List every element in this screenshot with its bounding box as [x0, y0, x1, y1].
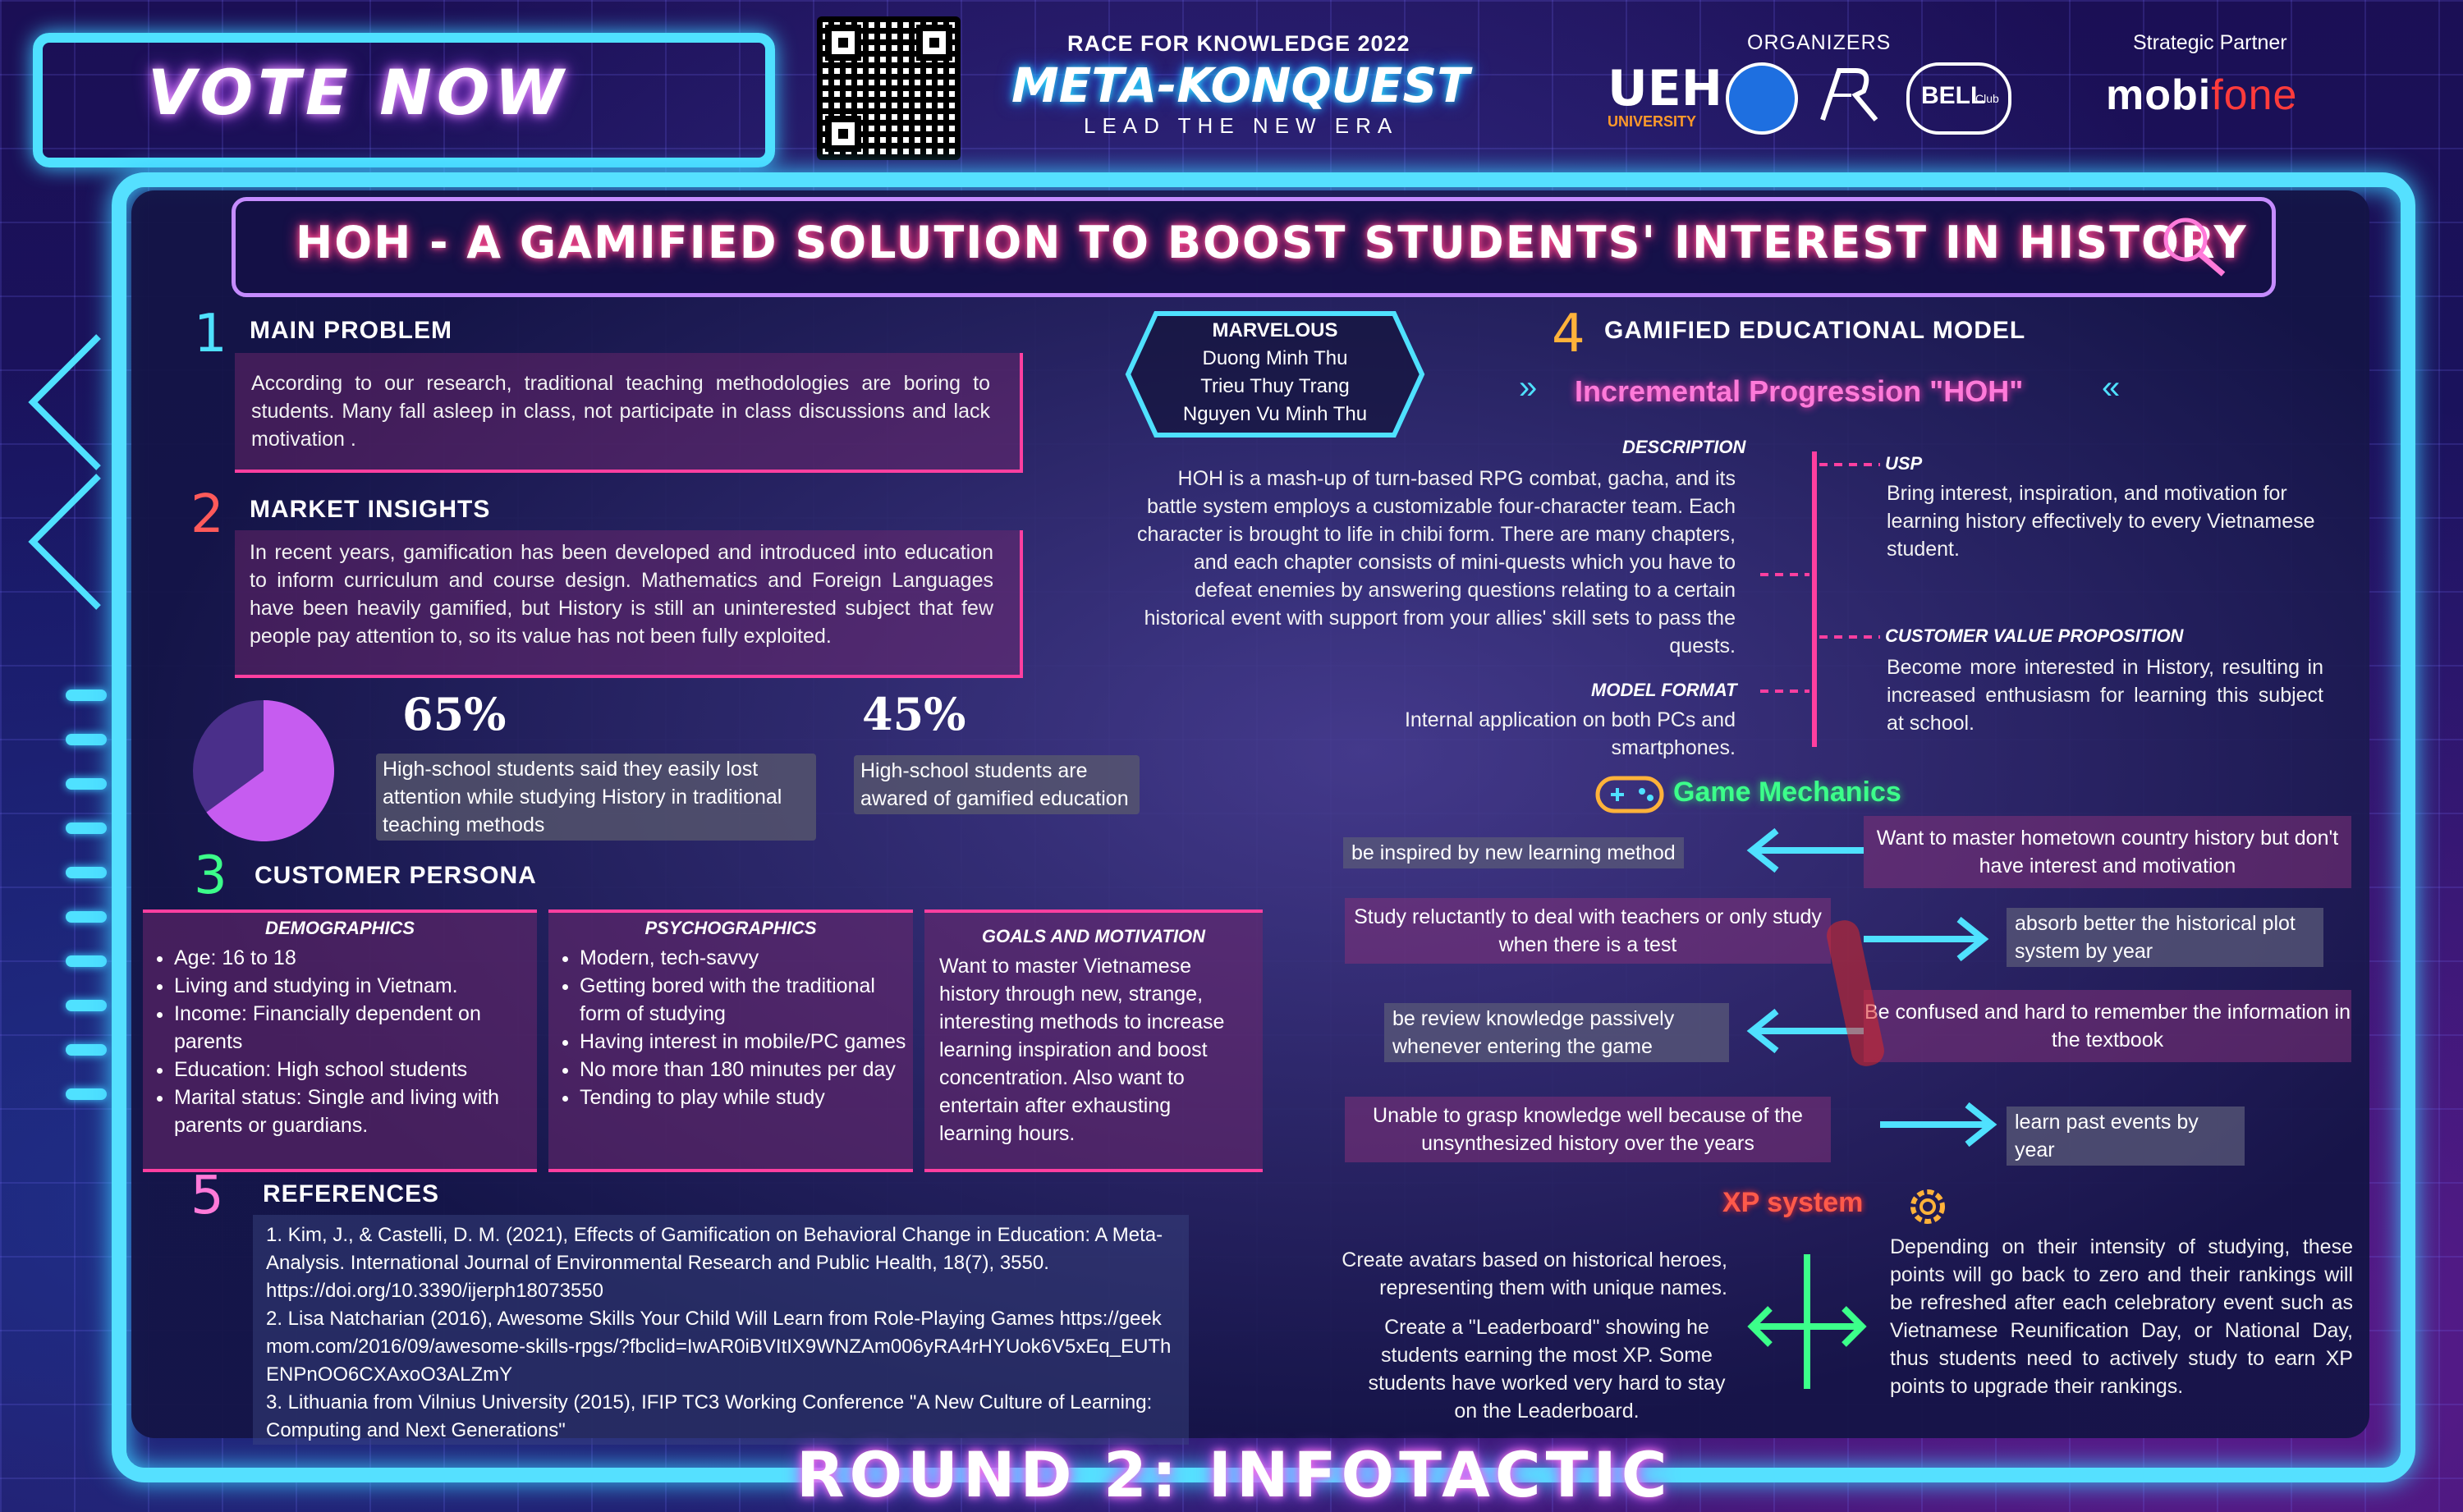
goals-heading: GOALS AND MOTIVATION: [981, 926, 1206, 946]
team-member: Nguyen Vu Minh Thu: [1182, 403, 1368, 425]
event-name: RACE FOR KNOWLEDGE 2022: [1067, 31, 1410, 56]
psychographics-heading: PSYCHOGRAPHICS: [644, 918, 817, 938]
rk-logo-icon: [1814, 62, 1888, 128]
qr-code-icon[interactable]: [817, 16, 961, 160]
model-subtitle: Incremental Progression "HOH": [1575, 374, 2024, 408]
event-logo-title: META-KONQUEST: [1011, 57, 1470, 113]
description-label: DESCRIPTION: [1622, 437, 1746, 457]
mechanic-right-4: learn past events by year: [2007, 1107, 2245, 1166]
list-item: No more than 180 minutes per day: [580, 1056, 913, 1084]
list-item: Marital status: Single and living with p…: [174, 1084, 537, 1139]
list-item: Education: High school students: [174, 1056, 537, 1084]
xp-system-heading: XP system: [1722, 1187, 1864, 1218]
section-number-1: 1: [194, 304, 227, 364]
model-heading: GAMIFIED EDUCATIONAL MODEL: [1604, 317, 2026, 344]
market-insights-text: In recent years, gamification has been d…: [250, 541, 993, 648]
reference-item: 2. Lisa Natcharian (2016), Awesome Skill…: [266, 1308, 1172, 1386]
goals-column: GOALS AND MOTIVATION Want to master Viet…: [924, 909, 1263, 1172]
goals-text: Want to master Vietnamese history throug…: [939, 955, 1225, 1145]
mechanic-left-3: be review knowledge passively whenever e…: [1384, 1003, 1729, 1062]
cvp-label: CUSTOMER VALUE PROPOSITION: [1885, 625, 2184, 646]
references-heading: REFERENCES: [263, 1180, 440, 1207]
main-problem-heading: MAIN PROBLEM: [250, 317, 452, 344]
mechanic-right-3: Be confused and hard to remember the inf…: [1864, 990, 2351, 1062]
side-bars-decoration: [66, 690, 107, 1133]
demographics-heading: DEMOGRAPHICS: [264, 918, 415, 938]
ueh-logo: UEH: [1608, 60, 1722, 117]
xp-left-text-2: Create a "Leaderboard" showing he studen…: [1368, 1316, 1726, 1423]
reference-item: 1. Kim, J., & Castelli, D. M. (2021), Ef…: [266, 1224, 1163, 1302]
section-number-2: 2: [190, 484, 224, 545]
list-item: Income: Financially dependent on parents: [174, 1000, 537, 1056]
ueh-logo-sub: UNIVERSITY: [1608, 113, 1697, 130]
stat-65-value: 65%: [402, 688, 507, 740]
mechanic-right-2: absorb better the historical plot system…: [2007, 908, 2323, 967]
poster: VOTE NOW RACE FOR KNOWLEDGE 2022 META-KO…: [0, 0, 2463, 1512]
team-member: Trieu Thuy Trang: [1200, 375, 1350, 397]
main-problem-text: According to our research, traditional t…: [251, 372, 990, 451]
gamepad-icon: [1595, 776, 1664, 813]
section-number-5: 5: [190, 1166, 224, 1226]
cvp-text: Become more interested in History, resul…: [1887, 656, 2323, 735]
pie-chart: [193, 700, 334, 841]
magnifier-icon: [2163, 218, 2226, 277]
page-title: HOH - A GAMIFIED SOLUTION TO BOOST STUDE…: [296, 217, 2248, 268]
mechanic-left-2: Study reluctantly to deal with teachers …: [1345, 898, 1831, 964]
description-text: HOH is a mash-up of turn-based RPG comba…: [1136, 467, 1736, 657]
list-item: Modern, tech-savvy: [580, 944, 913, 972]
team-block: MARVELOUS Duong Minh Thu Trieu Thuy Tran…: [1123, 317, 1427, 428]
game-mechanics-heading: Game Mechanics: [1673, 777, 1901, 808]
reference-item: 3. Lithuania from Vilnius University (20…: [266, 1391, 1153, 1441]
mobifone-part-b: fone: [2211, 71, 2298, 119]
youth-union-logo-icon: [1726, 62, 1798, 135]
psychographics-column: PSYCHOGRAPHICS Modern, tech-savvy Gettin…: [548, 909, 913, 1172]
usp-label: USP: [1885, 453, 1923, 474]
organizers-label: ORGANIZERS: [1747, 31, 1892, 54]
partner-label: Strategic Partner: [2133, 31, 2287, 54]
section-number-4: 4: [1552, 304, 1585, 364]
market-insights-heading: MARKET INSIGHTS: [250, 496, 491, 523]
demographics-list: Age: 16 to 18 Living and studying in Vie…: [143, 944, 537, 1139]
mechanic-left-1: be inspired by new learning method: [1343, 837, 1684, 868]
stat-45-text: High-school students are awared of gamif…: [854, 755, 1140, 814]
event-tagline: LEAD THE NEW ERA: [1084, 113, 1399, 138]
section-number-3: 3: [194, 845, 227, 906]
arrow-right-icon: [1880, 1102, 1997, 1148]
gear-icon: [1910, 1189, 1945, 1224]
cross-arrows-icon: [1747, 1254, 1867, 1389]
references-box: 1. Kim, J., & Castelli, D. M. (2021), Ef…: [253, 1215, 1189, 1445]
vote-now-button[interactable]: VOTE NOW: [148, 56, 568, 129]
model-format-text: Internal application on both PCs and sma…: [1404, 708, 1736, 759]
xp-left-text-1: Create avatars based on historical heroe…: [1342, 1249, 1727, 1299]
mechanic-right-1: Want to master hometown country history …: [1864, 816, 2351, 888]
arrow-right-icon: [1864, 916, 1989, 962]
list-item: Living and studying in Vietnam.: [174, 972, 537, 1000]
list-item: Age: 16 to 18: [174, 944, 537, 972]
model-format-label: MODEL FORMAT: [1591, 680, 1737, 700]
team-member: Duong Minh Thu: [1202, 347, 1348, 369]
bell-club-logo-icon: BELL Club: [1906, 62, 2011, 135]
chevrons-decoration: [28, 334, 101, 610]
stat-45-value: 45%: [862, 688, 966, 740]
team-name: MARVELOUS: [1212, 319, 1338, 341]
stat-65-text: High-school students said they easily lo…: [376, 754, 816, 841]
bell-logo-sub: Club: [1975, 92, 1999, 105]
demographics-column: DEMOGRAPHICS Age: 16 to 18 Living and st…: [143, 909, 537, 1172]
model-connector: [1760, 451, 1880, 747]
list-item: Tending to play while study: [580, 1084, 913, 1111]
double-chevron-left-icon: «: [2102, 369, 2121, 405]
round-title: ROUND 2: INFOTACTIC: [796, 1438, 1672, 1511]
xp-right-text: Depending on their intensity of studying…: [1890, 1235, 2353, 1398]
usp-text: Bring interest, inspiration, and motivat…: [1887, 482, 2315, 561]
mechanic-left-4: Unable to grasp knowledge well because o…: [1345, 1097, 1831, 1162]
double-chevron-right-icon: »: [1519, 369, 1538, 405]
mobifone-part-a: mobi: [2106, 71, 2212, 119]
list-item: Having interest in mobile/PC games: [580, 1028, 913, 1056]
psychographics-list: Modern, tech-savvy Getting bored with th…: [548, 944, 913, 1111]
customer-persona-heading: CUSTOMER PERSONA: [255, 862, 537, 889]
mobifone-logo: mobifone: [2106, 71, 2297, 120]
list-item: Getting bored with the traditional form …: [580, 972, 913, 1028]
arrow-left-icon: [1746, 827, 1864, 873]
